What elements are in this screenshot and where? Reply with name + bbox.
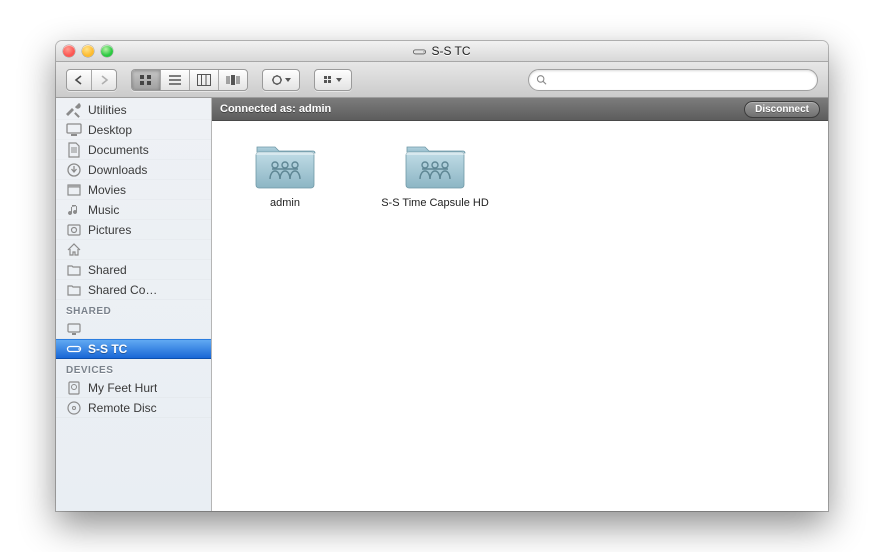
sidebar-item-desktop[interactable]: Desktop: [56, 120, 211, 140]
connection-banner: Connected as: admin Disconnect: [212, 98, 828, 121]
folder-icon: [66, 282, 82, 298]
window-title: S-S TC: [431, 44, 470, 58]
sidebar-item-label: Utilities: [88, 103, 127, 117]
disconnect-button[interactable]: Disconnect: [744, 101, 820, 118]
arrange-button[interactable]: [315, 70, 351, 90]
close-button[interactable]: [63, 45, 75, 57]
icon-grid: admin S-S Time Capsule HD: [212, 121, 828, 229]
sidebar-item-utilities[interactable]: Utilities: [56, 100, 211, 120]
proxy-icon: [413, 47, 426, 56]
sidebar-item-label: Shared: [88, 263, 127, 277]
folder-icon: [66, 262, 82, 278]
sidebar-item-s-s-tc[interactable]: S-S TC: [56, 339, 211, 359]
sidebar-item-shared[interactable]: Shared: [56, 260, 211, 280]
sidebar-item-label: Desktop: [88, 123, 132, 137]
pictures-icon: [66, 222, 82, 238]
timecapsule-icon: [66, 341, 82, 357]
disk-icon: [66, 380, 82, 396]
sidebar-item-my-feet-hurt[interactable]: My Feet Hurt: [56, 378, 211, 398]
forward-button[interactable]: [92, 70, 116, 90]
view-buttons: [131, 69, 248, 91]
minimize-button[interactable]: [82, 45, 94, 57]
computer-icon: [66, 321, 82, 337]
shared-folder-icon: [253, 139, 317, 191]
view-coverflow-button[interactable]: [219, 70, 247, 90]
action-menu: [262, 69, 300, 91]
sidebar-item-pictures[interactable]: Pictures: [56, 220, 211, 240]
sidebar-item-label: Downloads: [88, 163, 147, 177]
desktop-icon: [66, 122, 82, 138]
utilities-icon: [66, 102, 82, 118]
sidebar-item-label: Documents: [88, 143, 149, 157]
view-columns-button[interactable]: [190, 70, 219, 90]
nav-buttons: [66, 69, 117, 91]
finder-window: S-S TC Utilities Desktop Documents Download…: [56, 41, 828, 511]
sidebar-item-movies[interactable]: Movies: [56, 180, 211, 200]
toolbar: [56, 62, 828, 98]
view-icons-button[interactable]: [132, 70, 161, 90]
search-input[interactable]: [547, 74, 810, 86]
search-icon: [536, 74, 547, 86]
content-area: Connected as: admin Disconnect admin S-S …: [212, 98, 828, 511]
sidebar-item-label: Pictures: [88, 223, 131, 237]
sidebar-item-label: My Feet Hurt: [88, 381, 157, 395]
arrange-menu: [314, 69, 352, 91]
sidebar-item-music[interactable]: Music: [56, 200, 211, 220]
sidebar-item-remote-disc[interactable]: Remote Disc: [56, 398, 211, 418]
sidebar-item-label: Music: [88, 203, 119, 217]
movies-icon: [66, 182, 82, 198]
disc-icon: [66, 400, 82, 416]
sidebar-item-label: Movies: [88, 183, 126, 197]
folder-label: admin: [270, 197, 300, 211]
search-field[interactable]: [528, 69, 818, 91]
sidebar-item-label: Shared Co…: [88, 283, 157, 297]
home-icon: [66, 242, 82, 258]
sidebar-item-shared-co-[interactable]: Shared Co…: [56, 280, 211, 300]
sidebar-item-label: Remote Disc: [88, 401, 157, 415]
folder-label: S-S Time Capsule HD: [381, 197, 489, 211]
titlebar[interactable]: S-S TC: [56, 41, 828, 62]
back-button[interactable]: [67, 70, 92, 90]
sidebar-item-documents[interactable]: Documents: [56, 140, 211, 160]
view-list-button[interactable]: [161, 70, 190, 90]
sidebar-item-home[interactable]: [56, 240, 211, 260]
zoom-button[interactable]: [101, 45, 113, 57]
action-button[interactable]: [263, 70, 299, 90]
sidebar-devices-header: DEVICES: [56, 359, 211, 378]
connection-status: Connected as: admin: [220, 103, 331, 115]
sidebar-item-computer[interactable]: [56, 319, 211, 339]
sidebar: Utilities Desktop Documents Downloads Movies…: [56, 98, 212, 511]
shared-folder-icon: [403, 139, 467, 191]
music-icon: [66, 202, 82, 218]
sidebar-item-label: S-S TC: [88, 342, 127, 356]
share-folder-s-s-time-capsule-hd[interactable]: S-S Time Capsule HD: [380, 139, 490, 211]
documents-icon: [66, 142, 82, 158]
sidebar-shared-header: SHARED: [56, 300, 211, 319]
downloads-icon: [66, 162, 82, 178]
share-folder-admin[interactable]: admin: [230, 139, 340, 211]
sidebar-item-downloads[interactable]: Downloads: [56, 160, 211, 180]
